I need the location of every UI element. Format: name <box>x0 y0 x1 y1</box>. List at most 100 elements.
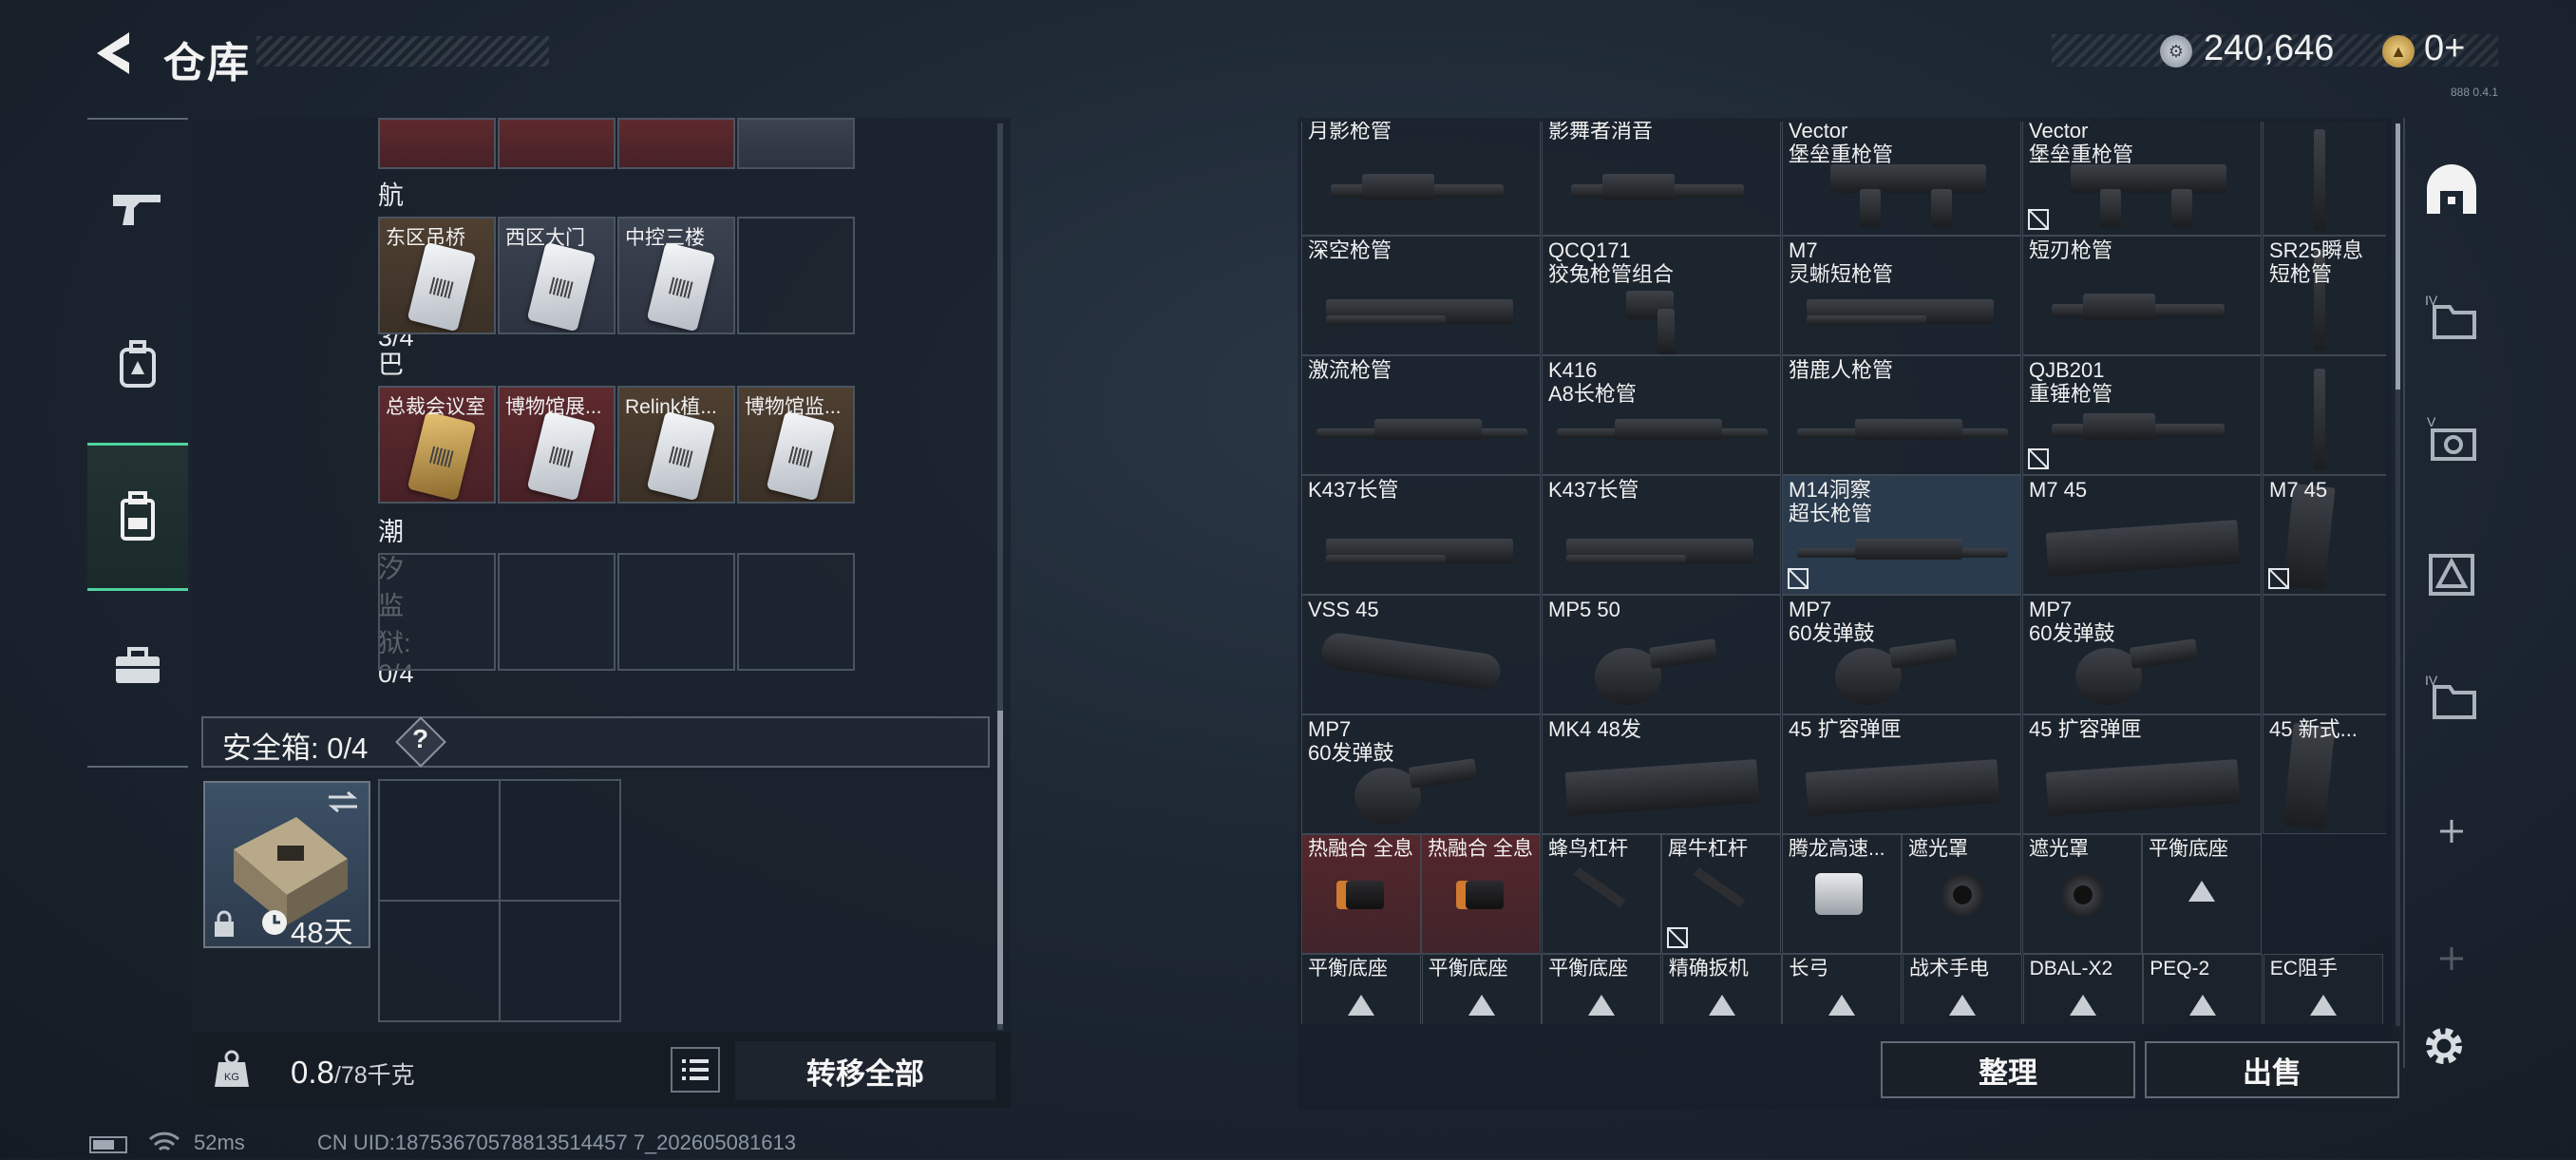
item-slot[interactable]: Vector 堡垒重枪管 <box>1782 122 2021 236</box>
item-slot[interactable]: 犀牛杠杆 <box>1661 834 1781 954</box>
item-slot[interactable]: 45 新式... <box>2263 714 2386 834</box>
gold-balance[interactable]: 0+ <box>2424 29 2465 69</box>
item-label: 腾龙高速... <box>1789 838 1885 860</box>
keycard-slot[interactable]: 总裁会议室 <box>378 386 496 504</box>
warehouse-grid: 月影枪管 影舞者消音 Vector 堡垒重枪管 Vector 堡垒重枪管深空枪管 QCQ… <box>1301 122 2386 1024</box>
item-slot[interactable]: DBAL-X2 <box>2022 954 2143 1024</box>
item-slot[interactable]: K437长管 <box>1301 475 1541 595</box>
item-slot[interactable]: M7 45 <box>2022 475 2262 595</box>
settings-button[interactable] <box>2420 1022 2468 1074</box>
item-slot[interactable]: 45 扩容弹匣 <box>2022 714 2262 834</box>
keycard-slot[interactable] <box>498 118 616 169</box>
item-label: MP7 60发弹鼓 <box>1789 598 1875 645</box>
help-mark[interactable]: ? <box>412 724 428 754</box>
right-nav-camera-v-button[interactable]: V <box>2418 407 2485 473</box>
empty-slot[interactable] <box>617 553 735 671</box>
item-slot[interactable]: M7 灵蜥短枪管 <box>1782 236 2021 355</box>
nav-backpack[interactable] <box>87 293 188 435</box>
item-slot[interactable]: QJB201 重锤枪管 <box>2022 355 2262 475</box>
item-slot[interactable]: M7 45 <box>2263 475 2386 595</box>
item-slot[interactable]: MP5 50 <box>1542 595 1781 714</box>
keycard-label: 博物馆监... <box>745 396 842 418</box>
item-slot[interactable]: QCQ171 狡兔枪管组合 <box>1542 236 1781 355</box>
keycard-slot[interactable] <box>378 118 496 169</box>
right-nav-folder-iv-button[interactable]: IV <box>2418 285 2485 352</box>
item-slot[interactable]: MK4 48发 <box>1542 714 1781 834</box>
left-scrollbar-thumb[interactable] <box>997 711 1003 1024</box>
item-label: 影舞者消音 <box>1548 122 1654 143</box>
item-slot[interactable] <box>2263 355 2386 475</box>
item-slot[interactable]: MP7 60发弹鼓 <box>2022 595 2262 714</box>
keycard-slot[interactable] <box>617 118 735 169</box>
item-label: MP7 60发弹鼓 <box>2029 598 2115 645</box>
item-slot[interactable]: 平衡底座 <box>1301 954 1421 1024</box>
item-slot[interactable]: 影舞者消音 <box>1542 122 1781 236</box>
item-slot[interactable]: 短刃枪管 <box>2022 236 2262 355</box>
page-title: 仓库 <box>163 40 251 86</box>
keycard-icon <box>526 241 597 333</box>
item-slot[interactable]: SR25瞬息 短枪管 <box>2263 236 2386 355</box>
item-slot[interactable]: 长弓 <box>1782 954 1903 1024</box>
empty-slot[interactable] <box>378 553 496 671</box>
item-slot[interactable]: EC阻手 <box>2263 954 2383 1024</box>
keycard-slot[interactable]: 西区大门 <box>498 217 616 334</box>
item-slot[interactable]: 遮光罩 <box>1902 834 2021 954</box>
keycard-slot[interactable]: 博物馆监... <box>737 386 855 504</box>
holo-sight-icon <box>1336 881 1384 909</box>
right-nav-plus-button[interactable] <box>2418 800 2485 866</box>
keycard-slot[interactable]: Relink植... <box>617 386 735 504</box>
right-scrollbar-thumb[interactable] <box>2396 124 2400 390</box>
transfer-all-button[interactable]: 转移全部 <box>735 1041 995 1100</box>
gold-coin-icon: ▲ <box>2382 35 2415 67</box>
nav-toolbox[interactable] <box>87 595 188 737</box>
item-slot[interactable]: K416 A8长枪管 <box>1542 355 1781 475</box>
item-slot[interactable]: 战术手电 <box>1903 954 2022 1024</box>
safe-box-slots[interactable] <box>378 779 621 1022</box>
item-slot[interactable]: VSS 45 <box>1301 595 1541 714</box>
item-slot[interactable]: 月影枪管 <box>1301 122 1541 236</box>
right-nav-folder-iv-button[interactable]: IV <box>2418 665 2485 732</box>
item-slot[interactable] <box>2263 595 2386 714</box>
item-slot[interactable]: 热融合 全息 <box>1421 834 1541 954</box>
keycard-icon <box>407 410 477 502</box>
empty-slot[interactable] <box>498 553 616 671</box>
item-slot[interactable] <box>2263 122 2386 236</box>
keycard-label: 西区大门 <box>505 227 585 249</box>
nav-weapons[interactable] <box>87 137 188 279</box>
item-slot[interactable]: K437长管 <box>1542 475 1781 595</box>
item-slot[interactable]: 平衡底座 <box>1421 954 1542 1024</box>
item-slot[interactable]: 平衡底座 <box>1542 954 1662 1024</box>
item-slot[interactable]: Vector 堡垒重枪管 <box>2022 122 2262 236</box>
keycard-slot[interactable]: 博物馆展... <box>498 386 616 504</box>
item-slot[interactable]: MP7 60发弹鼓 <box>1782 595 2021 714</box>
empty-slot[interactable] <box>737 217 855 334</box>
right-nav-home-button[interactable] <box>2418 158 2485 224</box>
item-slot[interactable]: 精确扳机 <box>1661 954 1782 1024</box>
empty-slot[interactable] <box>737 553 855 671</box>
back-button[interactable] <box>87 27 141 80</box>
right-nav-warning-button[interactable] <box>2418 542 2485 608</box>
keycard-slot[interactable]: 中控三楼 <box>617 217 735 334</box>
item-slot[interactable]: 激流枪管 <box>1301 355 1541 475</box>
nav-containers[interactable] <box>87 443 188 591</box>
item-slot[interactable]: 遮光罩 <box>2022 834 2142 954</box>
keycard-slot[interactable] <box>737 118 855 169</box>
item-slot[interactable]: 蜂鸟杠杆 <box>1542 834 1661 954</box>
keycard-icon <box>407 241 477 333</box>
keycard-slot[interactable]: 东区吊桥 <box>378 217 496 334</box>
item-slot[interactable]: 45 扩容弹匣 <box>1782 714 2021 834</box>
swap-icon[interactable] <box>327 790 359 813</box>
item-slot[interactable]: 热融合 全息 <box>1301 834 1421 954</box>
item-slot[interactable]: 深空枪管 <box>1301 236 1541 355</box>
item-slot[interactable]: MP7 60发弹鼓 <box>1301 714 1541 834</box>
right-nav-plus-button[interactable] <box>2418 927 2485 994</box>
item-slot[interactable]: 腾龙高速... <box>1782 834 1902 954</box>
list-view-button[interactable] <box>671 1047 720 1093</box>
item-slot[interactable]: M14洞察 超长枪管 <box>1782 475 2021 595</box>
item-slot[interactable]: 平衡底座 <box>2142 834 2262 954</box>
sell-button[interactable]: 出售 <box>2145 1041 2399 1098</box>
sort-button[interactable]: 整理 <box>1881 1041 2135 1098</box>
item-slot[interactable]: 猎鹿人枪管 <box>1782 355 2021 475</box>
item-thumbnail <box>1828 995 1856 1016</box>
item-slot[interactable]: PEQ-2 <box>2143 954 2263 1024</box>
